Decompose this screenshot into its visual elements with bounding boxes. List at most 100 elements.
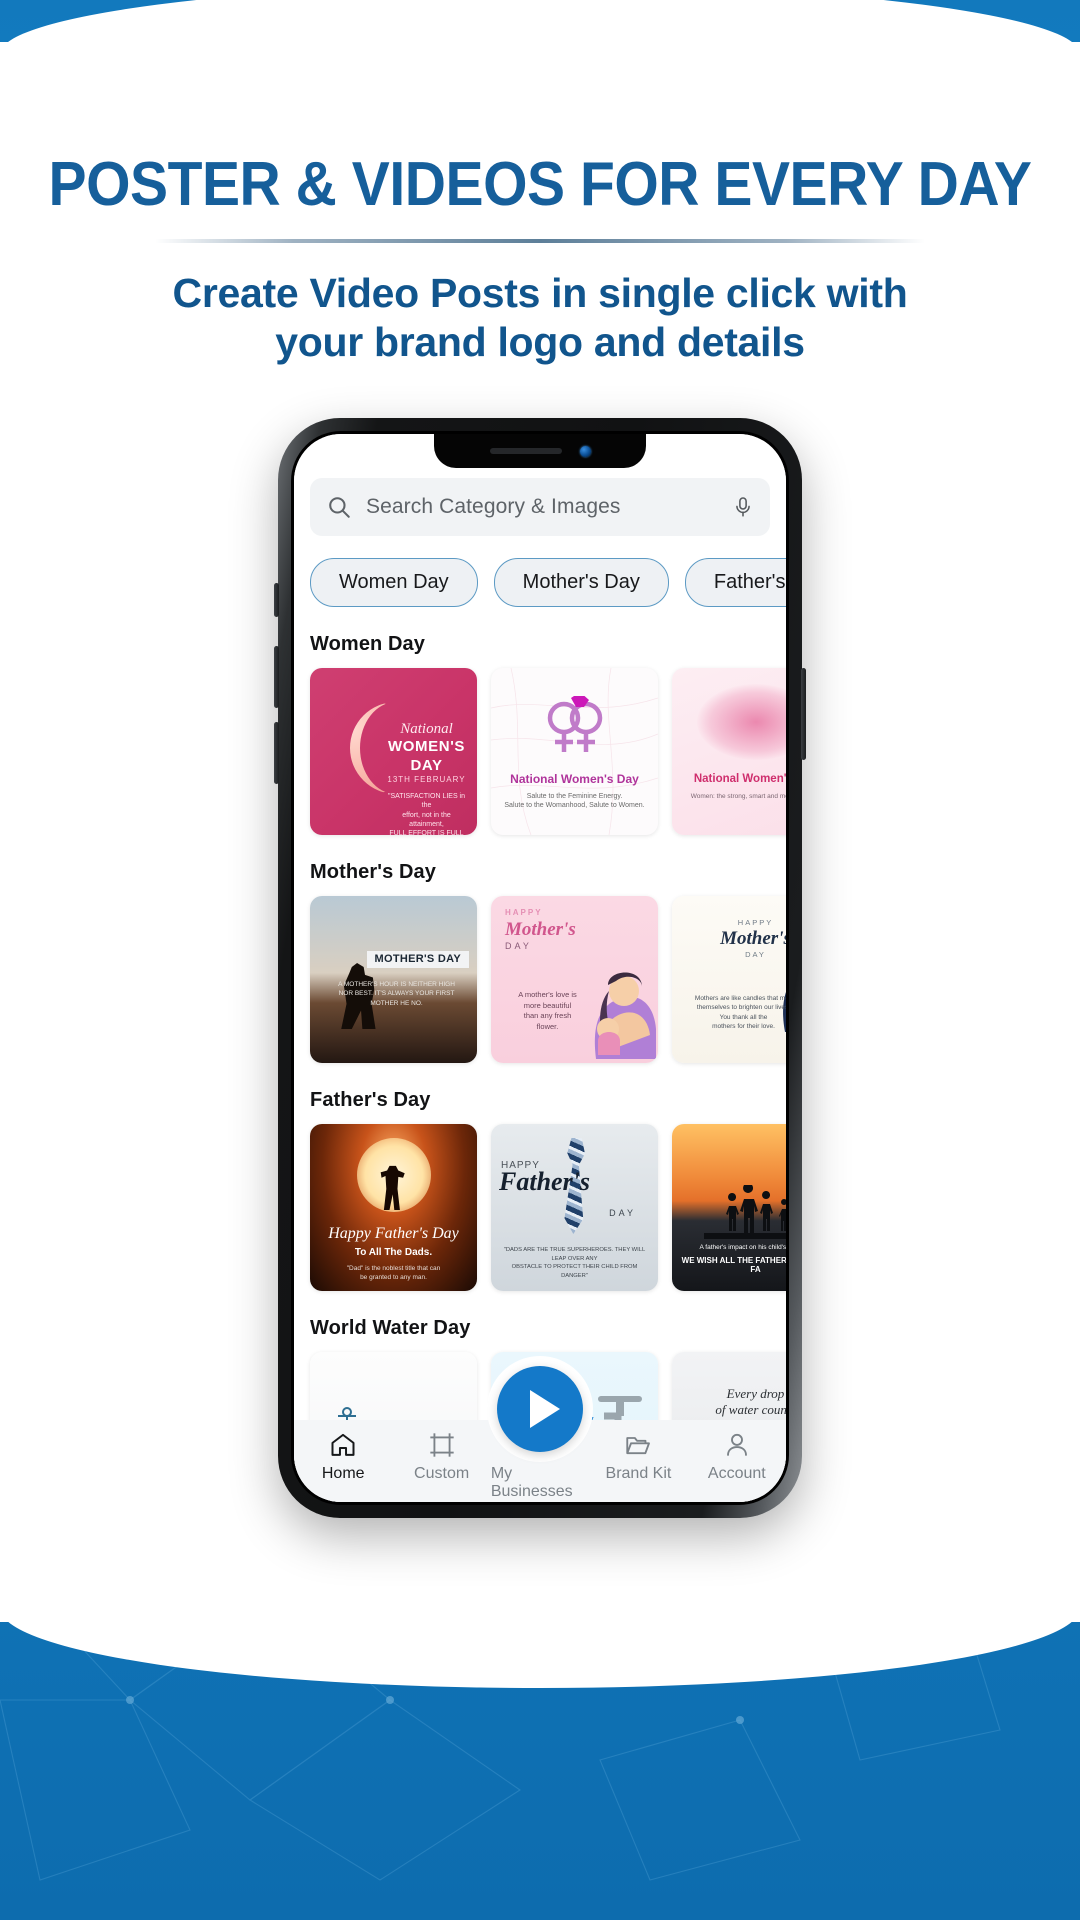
create-video-fab[interactable]: [497, 1366, 583, 1452]
card-sub-line-4: mothers for their love.: [712, 1023, 775, 1031]
phone-mockup: Search Category & Images Women Day Mothe…: [274, 418, 806, 1518]
card-sub-line-1: To All The Dads.: [354, 1246, 433, 1258]
card-happy-text: HAPPY: [505, 908, 543, 917]
nav-item-home[interactable]: Home: [294, 1430, 392, 1483]
poster-card[interactable]: MOTHER'S DAY A MOTHER'S HOUR IS NEITHER …: [310, 896, 477, 1063]
app-ui: Search Category & Images Women Day Mothe…: [294, 434, 786, 1502]
section-women-day: Women Day National WOMEN'S DAY 13TH FEBR…: [294, 633, 786, 835]
promo-text-block: POSTER & VIDEOS FOR EVERY DAY Create Vid…: [0, 152, 1080, 367]
app-scroll-area[interactable]: Search Category & Images Women Day Mothe…: [294, 434, 786, 1420]
nav-label: Brand Kit: [605, 1465, 672, 1482]
card-sub-line-2: "Dad" is the noblest title that can: [346, 1264, 441, 1272]
section-title: Mother's Day: [310, 861, 436, 883]
card-sub-line-2: WE WISH ALL THE FATHERS A HAPPY FA: [681, 1255, 786, 1275]
front-camera-icon: [579, 445, 591, 457]
play-triangle-icon: [529, 1390, 560, 1428]
venus-symbols-icon: [547, 696, 602, 752]
poster-card[interactable]: HAPPY Mother's DAY Mothers are like cand…: [672, 896, 786, 1063]
card-day-text: DAY: [745, 950, 766, 960]
faucet-water-icon: [338, 1407, 356, 1420]
card-sub-line-1: Mothers are like candles that melt: [694, 995, 786, 1002]
card-sub-line-2: themselves to brighten our lives.: [696, 1004, 786, 1012]
page-title: POSTER & VIDEOS FOR EVERY DAY: [48, 150, 1032, 219]
card-script-text: Happy Father's Day: [328, 1225, 459, 1242]
poster-card[interactable]: Every drop of water counts WORLD WATER M…: [672, 1352, 786, 1420]
search-input[interactable]: Search Category & Images: [366, 495, 718, 519]
nav-label: Custom: [414, 1465, 470, 1482]
card-sub-line-2: NOR BEST. IT'S ALWAYS YOUR FIRST MOTHER …: [338, 990, 455, 1007]
phone-frame: Search Category & Images Women Day Mothe…: [274, 418, 806, 1518]
earpiece-speaker-icon: [489, 448, 562, 454]
nav-item-account[interactable]: Account: [688, 1430, 786, 1483]
card-title: WOMEN'S DAY: [388, 738, 465, 774]
card-sub-line-2: Salute to the Womanhood, Salute to Women…: [504, 802, 645, 810]
card-sub-line-2: more beautiful: [523, 1000, 572, 1010]
card-sub-line-2: OBSTACLE TO PROTECT THEIR CHILD FROM DAN…: [511, 1264, 638, 1280]
card-script-text: Mother's: [720, 928, 786, 950]
person-icon: [723, 1430, 751, 1460]
card-script-line-2: of water counts: [715, 1401, 786, 1417]
poster-card[interactable]: National Women's Day Women: the strong, …: [672, 668, 786, 835]
poster-card[interactable]: National Women's Day Salute to the Femin…: [491, 668, 658, 835]
section-title: Women Day: [310, 633, 426, 655]
card-sub-line-1: A MOTHER'S HOUR IS NEITHER HIGH: [338, 981, 455, 988]
search-bar[interactable]: Search Category & Images: [310, 478, 770, 536]
nav-label: Home: [321, 1465, 365, 1482]
folder-icon: [624, 1430, 652, 1460]
card-title: MOTHER'S DAY: [366, 951, 469, 969]
search-icon: [326, 494, 352, 520]
globe-faucet-icon: [598, 1396, 642, 1420]
phone-power-button: [801, 668, 806, 760]
card-row[interactable]: MOTHER'S DAY A MOTHER'S HOUR IS NEITHER …: [310, 896, 786, 1063]
phone-volume-down-button: [274, 722, 279, 784]
card-script-line-1: Every drop: [726, 1386, 785, 1401]
card-sub-line-4: flower.: [536, 1021, 559, 1031]
card-row[interactable]: National WOMEN'S DAY 13TH FEBRUARY "SATI…: [310, 668, 786, 835]
phone-mute-switch: [274, 583, 279, 617]
phone-notch: [434, 434, 646, 468]
section-title: Father's Day: [310, 1089, 431, 1111]
nav-label: My Businesses: [490, 1465, 573, 1500]
card-sub-line-1: "DADS ARE THE TRUE SUPERHEROES. THEY WIL…: [503, 1247, 646, 1262]
promo-subheadline: Create Video Posts in single click with …: [0, 269, 1080, 367]
section-title: World Water Day: [310, 1317, 471, 1339]
family-silhouette-icon: [703, 1185, 786, 1239]
poster-card[interactable]: National WOMEN'S DAY 13TH FEBRUARY "SATI…: [310, 668, 477, 835]
nav-item-brand-kit[interactable]: Brand Kit: [589, 1430, 687, 1483]
chip-mothers-day[interactable]: Mother's Day: [493, 558, 669, 607]
category-chip-row[interactable]: Women Day Mother's Day Father's Day: [294, 536, 786, 607]
card-date: 13TH FEBRUARY: [387, 774, 466, 784]
poster-card[interactable]: HAPPY Mother's DAY A mother's love is mo…: [491, 896, 658, 1063]
poster-card[interactable]: Happy Father's Day To All The Dads. "Dad…: [310, 1124, 477, 1291]
card-sub-line-1: Salute to the Feminine Energy.: [526, 792, 623, 800]
card-script-text: National: [400, 721, 453, 737]
crop-frame-icon: [428, 1430, 456, 1460]
chip-women-day[interactable]: Women Day: [310, 558, 478, 607]
title-divider: [155, 239, 925, 244]
card-quote-line-2: effort, not in the attainment,: [402, 811, 451, 828]
subheadline-line-2: your brand logo and details: [275, 319, 805, 366]
card-quote-line-1: "SATISFACTION LIES in the: [387, 792, 466, 810]
card-row[interactable]: Happy Father's Day To All The Dads. "Dad…: [310, 1124, 786, 1291]
card-sub-line-1: Women: the strong, smart and most beauti…: [690, 793, 786, 801]
section-mothers-day: Mother's Day MOTHER'S DAY A MOTHER'S HOU…: [294, 861, 786, 1063]
card-script-text: Mother's: [505, 918, 576, 940]
card-day-text: DAY: [505, 940, 532, 951]
section-fathers-day: Father's Day Happy Father's Day To All T…: [294, 1089, 786, 1291]
card-sub-line-3: You thank all the: [719, 1013, 768, 1021]
microphone-icon[interactable]: [732, 495, 754, 519]
subheadline-line-1: Create Video Posts in single click with: [172, 270, 908, 317]
poster-card[interactable]: A father's impact on his child's life is…: [672, 1124, 786, 1291]
card-title: National Women's Day: [693, 773, 786, 785]
phone-bezel: Search Category & Images Women Day Mothe…: [291, 431, 789, 1505]
create-video-fab-container[interactable]: [487, 1356, 593, 1462]
card-sub-line-3: be granted to any man.: [360, 1274, 427, 1282]
chip-fathers-day[interactable]: Father's Day: [684, 558, 786, 607]
nav-item-custom[interactable]: Custom: [392, 1430, 490, 1483]
card-script-text: Father's: [499, 1167, 591, 1196]
card-sub-line-1: A mother's love is: [518, 990, 577, 999]
poster-card[interactable]: WORLD WATER MONITORING DAY Let's remind …: [310, 1352, 477, 1420]
poster-card[interactable]: HAPPY Father's DAY "DADS ARE THE TRUE SU…: [491, 1124, 658, 1291]
card-title: National Women's Day: [510, 772, 639, 786]
nav-label: Account: [707, 1465, 766, 1482]
